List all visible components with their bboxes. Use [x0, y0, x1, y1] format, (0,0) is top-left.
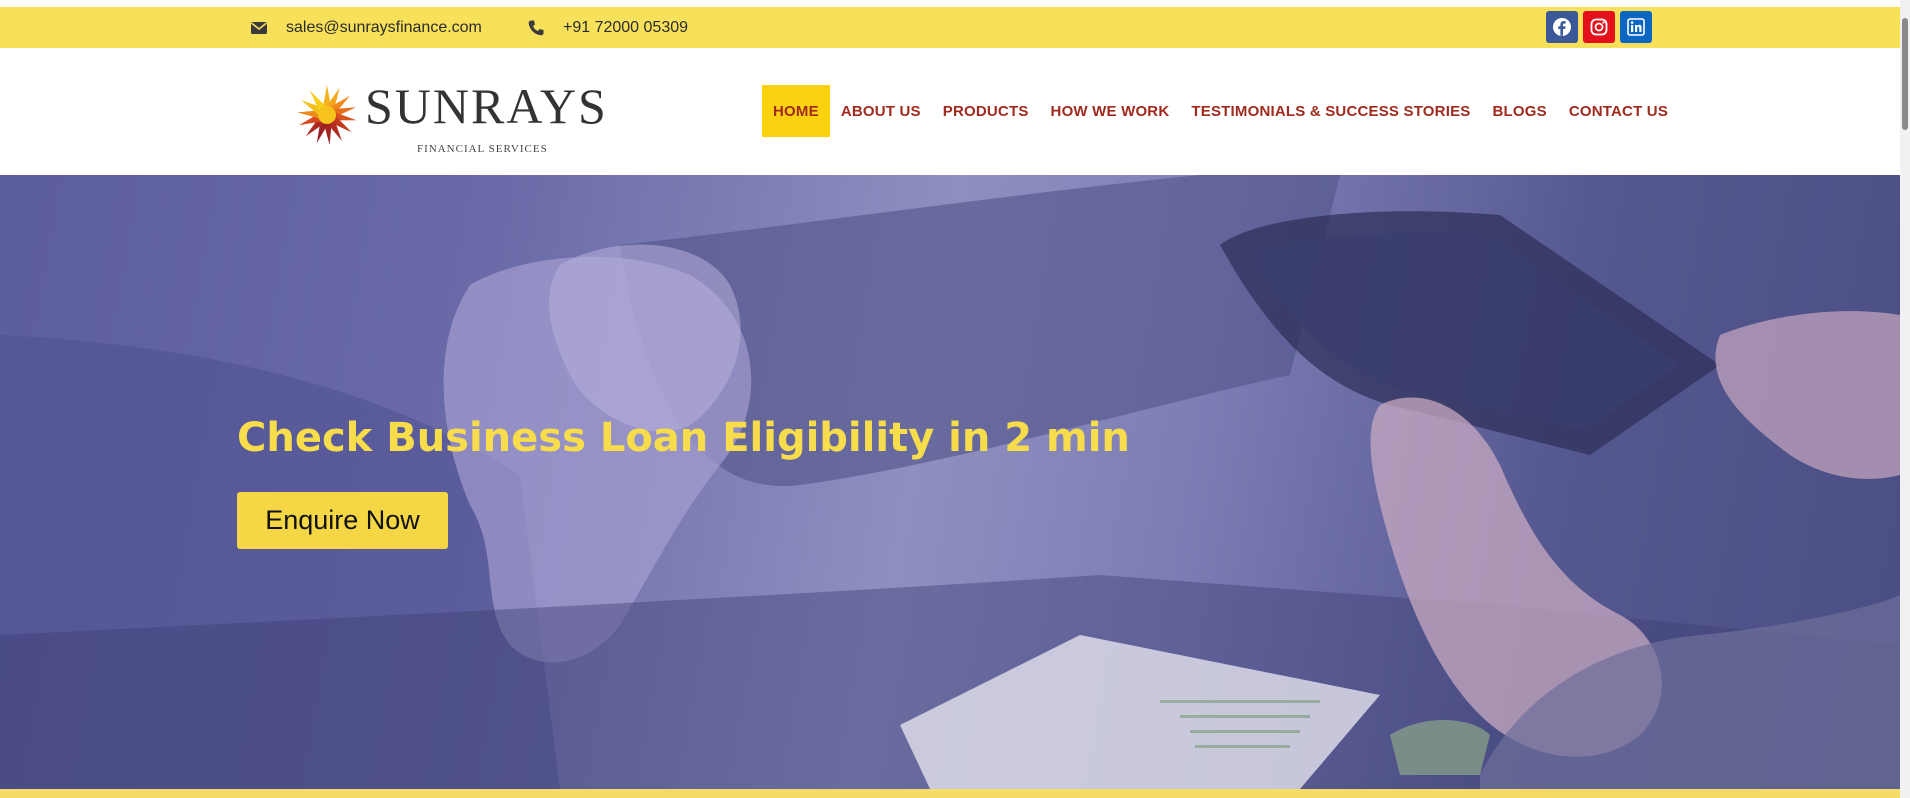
- main-nav: HOME ABOUT US PRODUCTS HOW WE WORK TESTI…: [762, 85, 1679, 137]
- phone-icon: [527, 19, 545, 37]
- hero-title: Check Business Loan Eligibility in 2 min: [237, 415, 1130, 461]
- bottom-strip: [0, 789, 1900, 798]
- hero-banner: Check Business Loan Eligibility in 2 min…: [0, 175, 1900, 789]
- enquire-now-button[interactable]: Enquire Now: [237, 492, 448, 549]
- social-links: [1546, 11, 1652, 43]
- email-text[interactable]: sales@sunraysfinance.com: [286, 19, 482, 37]
- logo-wordmark: SUNRAYS: [365, 78, 608, 134]
- top-bar: sales@sunraysfinance.com +91 72000 05309: [0, 7, 1900, 48]
- linkedin-icon[interactable]: [1620, 11, 1652, 43]
- site-header: SUNRAYS FINANCIAL SERVICES HOME ABOUT US…: [0, 48, 1900, 175]
- hero-background-image: [0, 175, 1900, 789]
- envelope-icon: [250, 19, 268, 37]
- site-logo[interactable]: SUNRAYS FINANCIAL SERVICES: [255, 63, 640, 165]
- nav-item-products[interactable]: PRODUCTS: [932, 85, 1040, 137]
- email-contact[interactable]: sales@sunraysfinance.com: [250, 7, 482, 48]
- nav-item-home[interactable]: HOME: [762, 85, 830, 137]
- nav-item-contact-us[interactable]: CONTACT US: [1558, 85, 1679, 137]
- nav-item-testimonials[interactable]: TESTIMONIALS & SUCCESS STORIES: [1180, 85, 1481, 137]
- nav-item-about-us[interactable]: ABOUT US: [830, 85, 932, 137]
- sunburst-logo-icon: [295, 83, 359, 147]
- facebook-icon[interactable]: [1546, 11, 1578, 43]
- scrollbar-thumb[interactable]: [1902, 18, 1908, 130]
- instagram-icon[interactable]: [1583, 11, 1615, 43]
- page-scrollbar[interactable]: [1900, 0, 1910, 798]
- nav-item-blogs[interactable]: BLOGS: [1481, 85, 1557, 137]
- nav-item-how-we-work[interactable]: HOW WE WORK: [1040, 85, 1181, 137]
- phone-contact[interactable]: +91 72000 05309: [527, 7, 688, 48]
- logo-subtitle: FINANCIAL SERVICES: [417, 143, 548, 155]
- phone-text[interactable]: +91 72000 05309: [563, 19, 688, 37]
- top-strip: [0, 0, 1900, 7]
